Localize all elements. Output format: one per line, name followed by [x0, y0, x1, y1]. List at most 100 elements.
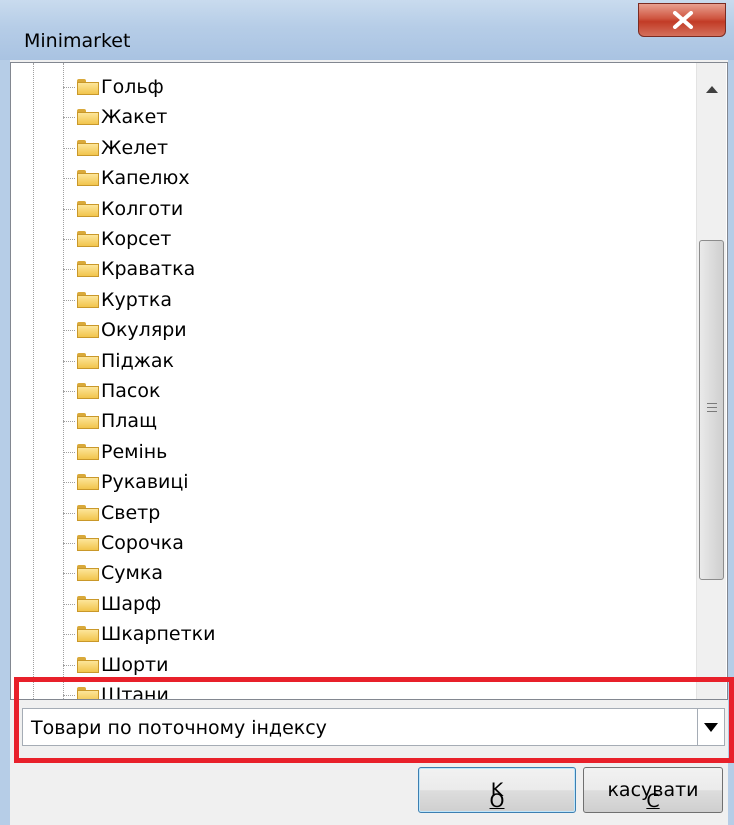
folder-icon: [77, 474, 99, 491]
folder-icon: [77, 170, 99, 187]
title-bar[interactable]: Minimarket: [0, 0, 734, 60]
close-button[interactable]: [638, 3, 726, 37]
tree-item[interactable]: Корсет: [63, 225, 423, 255]
tree-item-label: Окуляри: [101, 319, 187, 342]
tree-item[interactable]: Шкарпетки: [63, 620, 423, 650]
tree-item[interactable]: Сумка: [63, 559, 423, 589]
tree-item[interactable]: Краватка: [63, 255, 423, 285]
ok-button[interactable]: OK: [418, 767, 576, 813]
folder-icon: [77, 626, 99, 643]
tree-item-label: Шорти: [101, 653, 169, 676]
folder-icon: [77, 504, 99, 521]
grip-icon: [707, 403, 717, 415]
folder-icon: [77, 261, 99, 278]
index-filter-select[interactable]: Товари по поточному індексу: [22, 708, 725, 746]
tree-connector-line: [63, 664, 75, 666]
tree-item[interactable]: Сорочка: [63, 529, 423, 559]
tree-item[interactable]: Піджак: [63, 347, 423, 377]
tree-connector-line: [63, 482, 75, 484]
tree-item[interactable]: Колготи: [63, 195, 423, 225]
folder-icon: [77, 595, 99, 612]
tree-item-label: Пасок: [101, 380, 161, 402]
tree-item[interactable]: Плащ: [63, 407, 423, 437]
tree-connector-line: [63, 299, 75, 301]
folder-icon: [77, 535, 99, 551]
tree-item-label: Сумка: [101, 562, 163, 585]
tree-item-label: Піджак: [101, 349, 174, 372]
tree-item[interactable]: Окуляри: [63, 316, 423, 346]
scroll-thumb[interactable]: [699, 240, 724, 580]
tree-item-label: Рукавиці: [101, 471, 189, 494]
tree-item-label: Ремінь: [101, 440, 168, 463]
folder-icon: [77, 656, 99, 673]
tree-connector-line: [63, 421, 75, 423]
dialog-window: Minimarket Гольф Жакет Желет Капелюх Колготи…: [0, 0, 734, 825]
tree-item[interactable]: Ремінь: [63, 438, 423, 468]
folder-icon: [77, 291, 99, 308]
tree-vertical-scrollbar[interactable]: [696, 63, 726, 699]
window-frame-left: [0, 60, 10, 825]
folder-icon: [77, 200, 99, 217]
tree-connector-line: [63, 543, 75, 544]
folder-icon: [77, 109, 99, 126]
cancel-button-label: Скасувати: [584, 779, 722, 812]
tree-item-label: Сорочка: [101, 532, 184, 554]
index-filter-value: Товари по поточному індексу: [31, 717, 327, 739]
tree-item-label: Светр: [101, 501, 161, 524]
tree-connector-line: [63, 634, 75, 636]
folder-icon: [77, 79, 99, 95]
tree-item[interactable]: Рукавиці: [63, 468, 423, 498]
window-title: Minimarket: [24, 30, 131, 52]
tree-connector-line: [63, 603, 75, 605]
tree-item[interactable]: Гольф: [63, 73, 423, 103]
tree-connector-line: [63, 330, 75, 332]
tree-item-label: Капелюх: [101, 167, 190, 190]
folder-icon: [77, 139, 99, 156]
tree-connector-line: [63, 360, 75, 362]
tree-item[interactable]: Куртка: [63, 286, 423, 316]
tree-guide-line: [33, 63, 34, 699]
scroll-up-button[interactable]: [697, 63, 727, 103]
tree-connector-line: [63, 573, 75, 575]
tree-connector-line: [63, 391, 75, 392]
folder-icon: [77, 413, 99, 430]
tree-item-label: Корсет: [101, 228, 172, 250]
dropdown-button[interactable]: [697, 709, 724, 745]
tree-connector-line: [63, 147, 75, 149]
tree-connector-line: [63, 239, 75, 240]
tree-item-label: Краватка: [101, 258, 196, 281]
ok-mnemonic: O: [489, 790, 505, 812]
cancel-mnemonic: С: [646, 790, 660, 812]
tree-item[interactable]: Шарф: [63, 590, 423, 620]
tree-item[interactable]: Светр: [63, 499, 423, 529]
category-tree[interactable]: Гольф Жакет Желет Капелюх Колготи Корсет Крава…: [10, 62, 728, 700]
folder-icon: [77, 565, 99, 582]
scroll-up-arrow-icon: [706, 86, 718, 93]
tree-item[interactable]: Желет: [63, 134, 423, 164]
tree-connector-line: [63, 512, 75, 514]
dropdown-arrow-icon: [704, 723, 718, 732]
tree-item-label: Гольф: [101, 76, 164, 98]
tree-connector-line: [63, 178, 75, 180]
folder-icon: [77, 443, 99, 460]
tree-connector-line: [63, 451, 75, 453]
tree-item-label: Шкарпетки: [101, 623, 216, 646]
folder-icon: [77, 383, 99, 399]
tree-item-label: Колготи: [101, 197, 184, 220]
tree-item-label: Шарф: [101, 592, 162, 615]
folder-icon: [77, 322, 99, 339]
tree-connector-line: [63, 208, 75, 210]
folder-icon: [77, 231, 99, 247]
tree-item[interactable]: Жакет: [63, 103, 423, 133]
tree-connector-line: [63, 87, 75, 88]
close-x-icon: [673, 11, 693, 29]
tree-connector-line: [63, 117, 75, 119]
tree-item-label: Желет: [101, 136, 169, 159]
tree-item-label: Куртка: [101, 288, 172, 311]
folder-icon: [77, 352, 99, 369]
tree-item[interactable]: Капелюх: [63, 164, 423, 194]
tree-connector-line: [63, 269, 75, 271]
cancel-button[interactable]: Скасувати: [583, 767, 723, 813]
tree-item-label: Жакет: [101, 106, 168, 129]
tree-item[interactable]: Пасок: [63, 377, 423, 407]
